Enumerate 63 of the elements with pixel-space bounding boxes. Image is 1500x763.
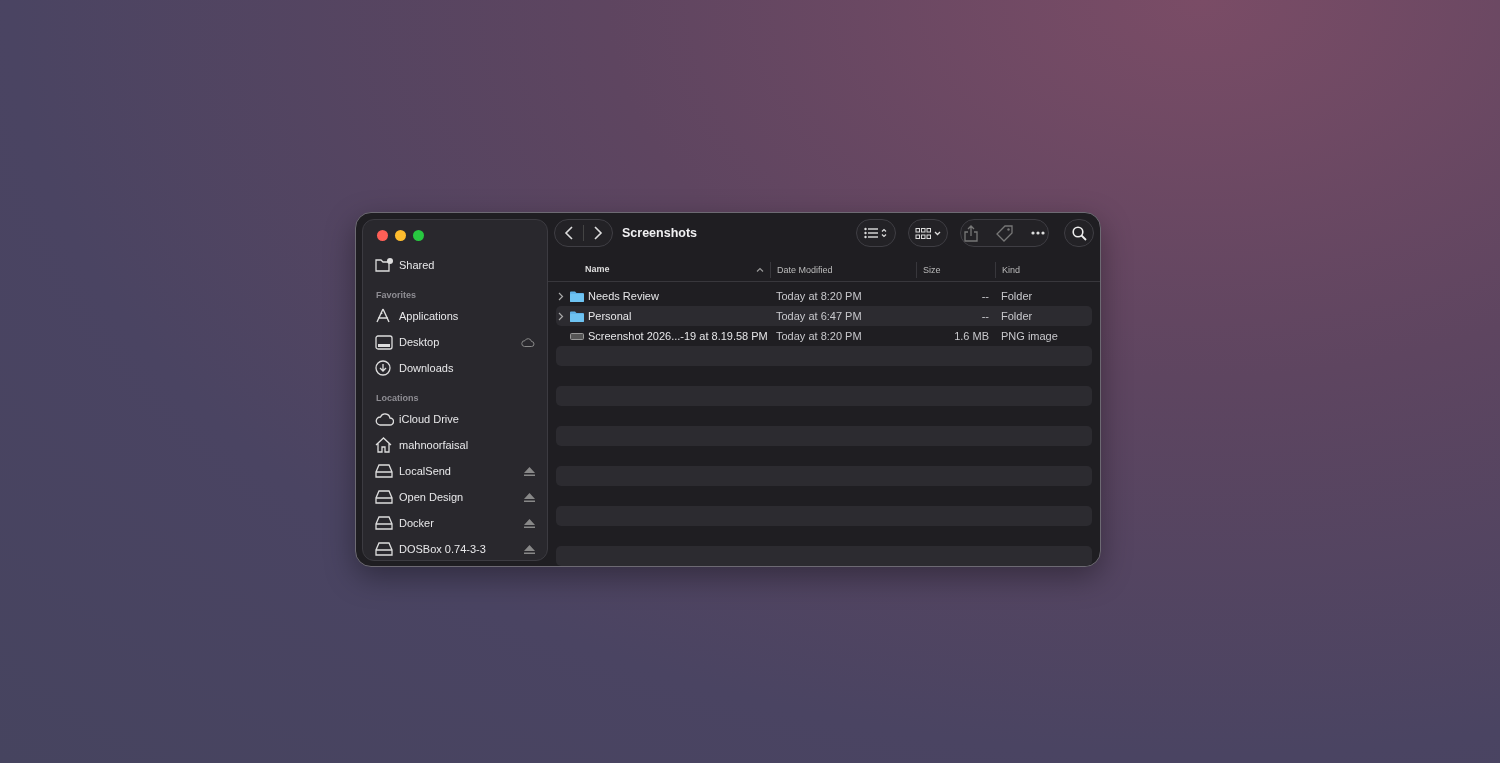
sidebar-item[interactable]: Shared	[375, 252, 539, 278]
eject-icon[interactable]	[524, 466, 535, 476]
column-header[interactable]: Date Modified	[770, 261, 916, 278]
kind-cell-text: Folder	[1000, 290, 1034, 302]
column-header[interactable]: Name	[548, 257, 770, 281]
search-icon	[1071, 225, 1087, 241]
file-name: Personal	[588, 310, 632, 322]
eject-icon[interactable]	[524, 544, 535, 554]
file-name: Screenshot 2026...-19 at 8.19.58 PM	[588, 330, 768, 342]
date-cell-text: Today at 8:20 PM	[775, 330, 863, 342]
size-cell-text: 1.6 MB	[953, 330, 989, 342]
cloud-icon	[375, 412, 394, 426]
sidebar-item[interactable]: Applications	[375, 303, 539, 329]
close-button[interactable]	[377, 230, 388, 241]
sidebar-item[interactable]: Docker	[375, 510, 539, 536]
date-cell-text: Today at 6:47 PM	[775, 310, 863, 322]
window-title: Screenshots	[622, 226, 698, 241]
file-row[interactable]: Needs Review Today at 8:20 PM -- Folder	[556, 286, 1092, 306]
kind-cell-text: Folder	[1000, 310, 1034, 322]
view-options-button[interactable]	[856, 219, 896, 248]
group-button[interactable]	[908, 219, 948, 248]
cloud-icon	[521, 337, 535, 347]
drive-icon	[375, 490, 393, 504]
sidebar-item[interactable]: Downloads	[375, 355, 539, 381]
tag-icon[interactable]	[996, 224, 1013, 242]
sidebar-item[interactable]: mahnoorfaisal	[375, 432, 539, 458]
file-row[interactable]: Screenshot 2026...-19 at 8.19.58 PM Today at 8:20 PM 1.6 MB PNG image	[556, 326, 1092, 346]
forward-icon[interactable]	[593, 226, 603, 241]
drive-icon	[375, 516, 393, 530]
grid-icon	[915, 226, 941, 240]
file-row[interactable]: Personal Today at 6:47 PM -- Folder	[556, 306, 1092, 326]
sidebar-item[interactable]: Open Design	[375, 484, 539, 510]
image-file-icon	[570, 332, 584, 340]
sidebar-item[interactable]: Desktop	[375, 329, 539, 355]
folder-icon	[570, 290, 584, 302]
date-cell-text: Today at 8:20 PM	[775, 290, 863, 302]
desktop-icon	[375, 334, 393, 350]
more-icon[interactable]	[1031, 231, 1045, 236]
drive-icon	[375, 542, 393, 556]
search-button[interactable]	[1064, 219, 1094, 248]
folder-icon	[570, 310, 584, 322]
minimize-button[interactable]	[395, 230, 406, 241]
kind-cell-text: PNG image	[1000, 330, 1059, 342]
file-name: Needs Review	[588, 290, 659, 302]
size-cell-text: --	[980, 310, 989, 322]
column-header[interactable]: Size	[916, 261, 995, 278]
shared-folder-icon	[375, 257, 393, 273]
sidebar-section-heading: Favorites	[375, 289, 418, 302]
house-icon	[375, 437, 392, 453]
download-icon	[375, 360, 391, 376]
zoom-button[interactable]	[413, 230, 424, 241]
sidebar-item[interactable]: iCloud Drive	[375, 406, 539, 432]
sidebar-item[interactable]: DOSBox 0.74-3-3	[375, 536, 539, 560]
list-view-icon	[864, 227, 888, 240]
sidebar-section-heading: Locations	[375, 392, 420, 405]
drive-icon	[375, 464, 393, 478]
size-cell-text: --	[980, 290, 989, 302]
share-icon[interactable]	[964, 224, 978, 242]
eject-icon[interactable]	[524, 518, 535, 528]
eject-icon[interactable]	[524, 492, 535, 502]
column-header[interactable]: Kind	[995, 261, 1100, 278]
sidebar-item[interactable]: LocalSend	[375, 458, 539, 484]
back-icon[interactable]	[564, 226, 574, 241]
